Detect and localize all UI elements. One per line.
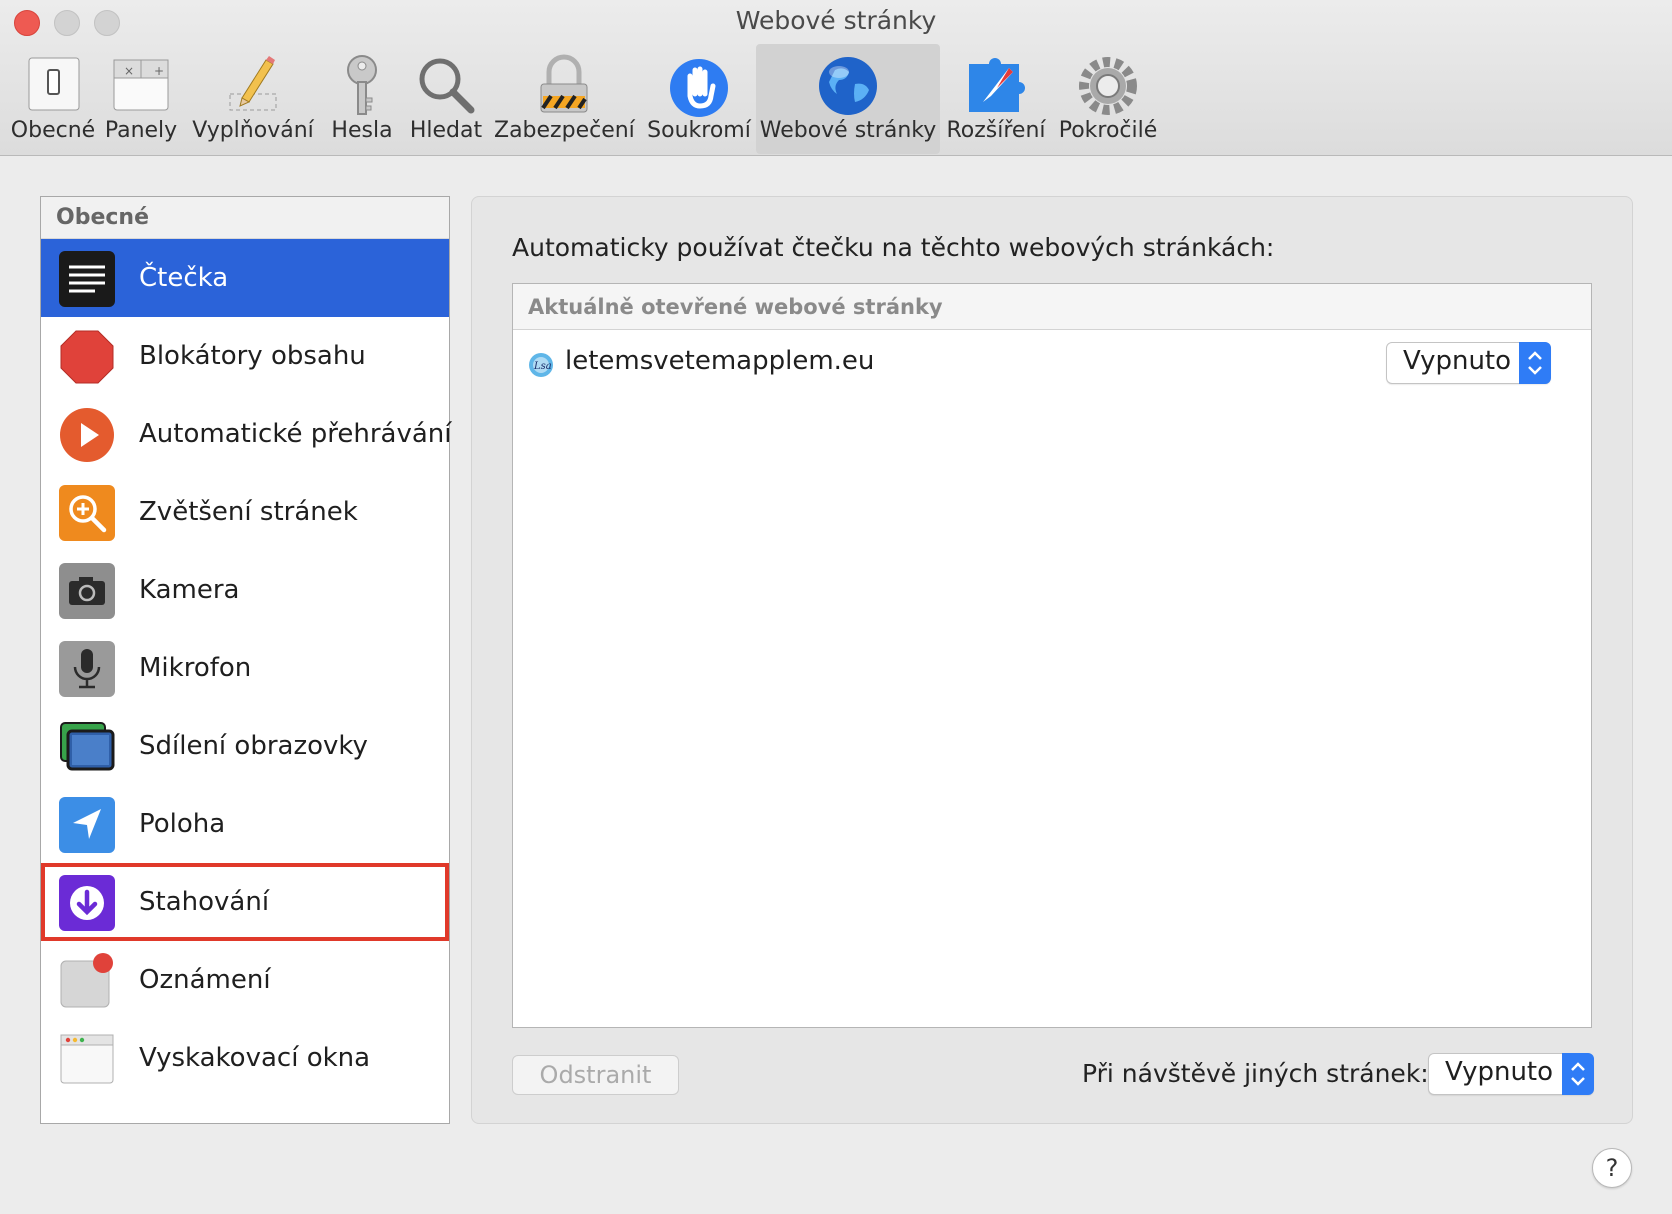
download-icon xyxy=(59,875,115,931)
sidebar-item-notifications[interactable]: Oznámení xyxy=(41,941,449,1019)
reader-settings-panel: Automaticky používat čtečku na těchto we… xyxy=(471,196,1633,1124)
magnifier-icon xyxy=(419,58,475,114)
other-sites-label: Při návštěvě jiných stránek: xyxy=(1082,1059,1429,1088)
sidebar-item-microphone[interactable]: Mikrofon xyxy=(41,629,449,707)
toolbar-extensions[interactable]: Rozšíření xyxy=(944,44,1048,154)
play-icon xyxy=(60,408,114,462)
puzzle-icon xyxy=(969,58,1025,112)
remove-button[interactable]: Odstranit xyxy=(512,1055,679,1095)
site-name: letemsvetemapplem.eu xyxy=(565,346,875,376)
sidebar-header: Obecné xyxy=(41,197,449,239)
toolbar-security[interactable]: Zabezpečení xyxy=(494,44,635,154)
other-sites-setting-select[interactable]: Vypnuto xyxy=(1428,1053,1594,1095)
site-favicon-icon: Lsa xyxy=(529,353,553,377)
sidebar-item-autoplay[interactable]: Automatické přehrávání xyxy=(41,395,451,473)
chevron-updown-icon xyxy=(1519,342,1551,384)
hand-icon xyxy=(670,59,728,117)
help-button[interactable]: ? xyxy=(1592,1148,1632,1188)
sidebar-item-page-zoom[interactable]: Zvětšení stránek xyxy=(41,473,449,551)
sidebar-item-location[interactable]: Poloha xyxy=(41,785,449,863)
tabs-icon: × + xyxy=(113,59,169,111)
gear-icon xyxy=(1079,57,1137,115)
chevron-updown-icon xyxy=(1562,1053,1594,1095)
sidebar-item-content-blockers[interactable]: Blokátory obsahu xyxy=(41,317,449,395)
location-icon xyxy=(59,797,115,853)
microphone-icon xyxy=(59,641,115,697)
list-section-header: Aktuálně otevřené webové stránky xyxy=(513,284,1591,330)
sidebar-item-popup-windows[interactable]: Vyskakovací okna xyxy=(41,1019,449,1097)
toolbar-passwords[interactable]: Hesla xyxy=(324,44,400,154)
screen-share-icon xyxy=(60,722,115,771)
svg-text:+: + xyxy=(154,64,164,78)
sidebar: Obecné Čtečka Blokátory obsahu Automatic… xyxy=(40,196,451,1124)
toolbar-general[interactable]: Obecné xyxy=(10,44,96,154)
toolbar-search[interactable]: Hledat xyxy=(404,44,488,154)
sidebar-item-reader[interactable]: Čtečka xyxy=(41,239,449,317)
toolbar-tabs[interactable]: × + Panely xyxy=(100,44,182,154)
switch-icon xyxy=(28,57,80,111)
window-title: Webové stránky xyxy=(735,6,937,35)
preferences-window: Webové stránky Obecné × + Panely Vyplňov… xyxy=(0,0,1672,1214)
svg-text:×: × xyxy=(124,64,134,78)
zoom-icon xyxy=(59,485,115,541)
sidebar-item-camera[interactable]: Kamera xyxy=(41,551,449,629)
sidebar-item-downloads[interactable]: Stahování xyxy=(41,863,449,941)
site-reader-setting-select[interactable]: Vypnuto xyxy=(1386,342,1551,384)
notification-icon xyxy=(60,953,113,1008)
reader-icon xyxy=(59,251,115,307)
popup-window-icon xyxy=(60,1034,114,1084)
lock-icon xyxy=(540,54,588,113)
toolbar-autofill[interactable]: Vyplňování xyxy=(188,44,318,154)
title-bar: Webové stránky Obecné × + Panely Vyplňov… xyxy=(0,0,1672,156)
toolbar-websites[interactable]: Webové stránky xyxy=(756,44,940,154)
panel-heading: Automaticky používat čtečku na těchto we… xyxy=(512,233,1275,262)
sidebar-item-screen-sharing[interactable]: Sdílení obrazovky xyxy=(41,707,449,785)
toolbar-privacy[interactable]: Soukromí xyxy=(646,44,752,154)
camera-icon xyxy=(59,563,115,619)
stop-sign-icon xyxy=(60,330,114,384)
svg-text:Lsa: Lsa xyxy=(533,361,552,372)
list-item[interactable]: Lsa letemsvetemapplem.eu Vypnuto xyxy=(513,330,1591,398)
toolbar-advanced[interactable]: Pokročilé xyxy=(1054,44,1162,154)
websites-list: Aktuálně otevřené webové stránky Lsa let… xyxy=(512,283,1592,1028)
pencil-icon xyxy=(229,56,277,111)
globe-icon xyxy=(819,57,877,115)
key-icon xyxy=(347,55,377,115)
